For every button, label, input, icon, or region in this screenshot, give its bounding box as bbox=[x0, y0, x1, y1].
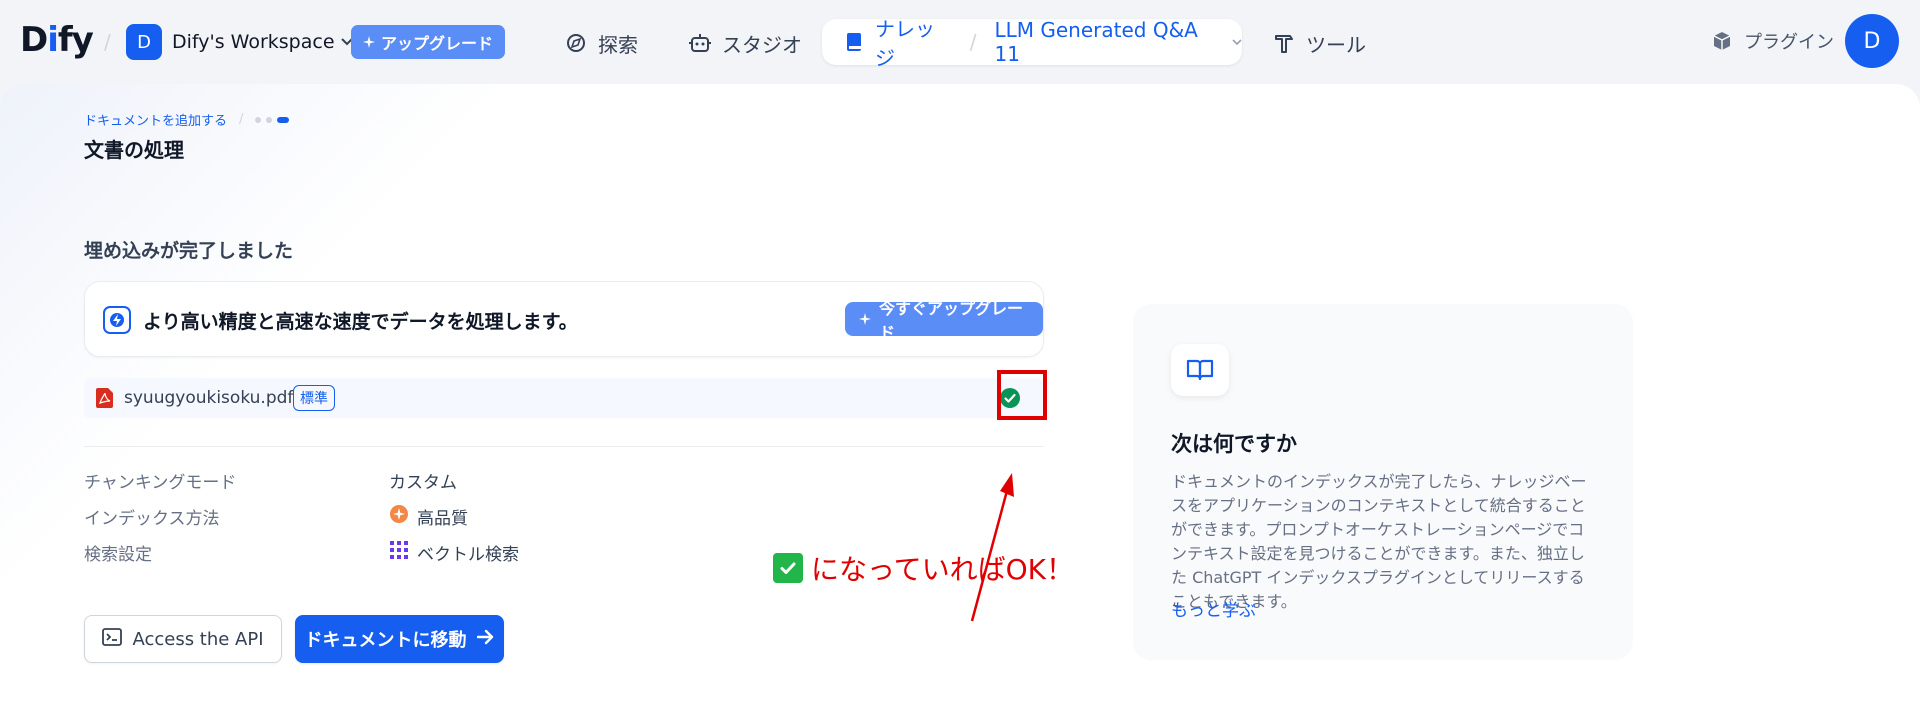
file-row: syuugyoukisoku.pdf 標準 bbox=[84, 378, 1044, 418]
nav-studio[interactable]: スタジオ bbox=[688, 24, 802, 62]
cube-icon bbox=[1710, 29, 1734, 53]
index-method-value: 高品質 bbox=[417, 509, 468, 529]
setting-label-index: インデックス方法 bbox=[84, 509, 220, 529]
robot-icon bbox=[688, 31, 712, 55]
retrieval-setting-value: ベクトル検索 bbox=[417, 545, 519, 565]
go-to-document-label: ドキュメントに移動 bbox=[304, 630, 467, 651]
upgrade-now-button[interactable]: 今すぐアップグレード bbox=[845, 299, 1043, 342]
next-steps-description: ドキュメントのインデックスが完了したら、ナレッジベースをアプリケーションのコンテ… bbox=[1171, 472, 1587, 611]
page-title: 文書の処理 bbox=[84, 138, 184, 162]
annotation-highlight-box bbox=[997, 370, 1047, 420]
learn-more-link[interactable]: もっと学ぶ bbox=[1171, 596, 1256, 621]
nav-explore-label: 探索 bbox=[598, 32, 638, 57]
upgrade-card: より高い精度と高速な速度でデータを処理します。 今すぐアップグレード bbox=[84, 281, 1044, 357]
file-mode-badge: 標準 bbox=[293, 385, 335, 411]
step-indicator bbox=[255, 116, 290, 123]
step-dot bbox=[255, 116, 262, 123]
step-dot-active bbox=[277, 116, 290, 123]
breadcrumb-step-link[interactable]: ドキュメントを追加する bbox=[84, 110, 227, 129]
setting-value-retrieval: ベクトル検索 bbox=[389, 540, 519, 565]
breadcrumb-separator: / bbox=[239, 112, 244, 127]
annotation-text: になっていればOK！ bbox=[811, 553, 1075, 586]
access-api-button[interactable]: Access the API bbox=[84, 615, 282, 663]
main-panel: ドキュメントを追加する / 文書の処理 埋め込みが完了しました より高い精度と高… bbox=[0, 84, 1920, 725]
nav-knowledge-label: ナレッジ bbox=[875, 17, 936, 70]
nav-tools-label: ツール bbox=[1306, 32, 1366, 57]
upgrade-now-label: 今すぐアップグレード bbox=[879, 299, 1024, 342]
logo-letter-d: D bbox=[20, 20, 48, 60]
access-api-label: Access the API bbox=[132, 628, 264, 650]
setting-label-chunking: チャンキングモード bbox=[84, 473, 237, 493]
logo-letter-i: i bbox=[47, 20, 59, 60]
lightning-icon bbox=[103, 306, 131, 334]
pdf-file-icon bbox=[96, 388, 114, 408]
vector-grid-icon bbox=[389, 540, 409, 565]
chevron-down-icon[interactable] bbox=[1232, 35, 1242, 49]
file-name: syuugyoukisoku.pdf bbox=[124, 388, 294, 408]
upgrade-message: より高い精度と高速な速度でデータを処理します。 bbox=[143, 311, 578, 333]
nav-knowledge[interactable]: ナレッジ / LLM Generated Q&A 11 bbox=[822, 17, 1242, 70]
upgrade-button[interactable]: アップグレード bbox=[351, 25, 506, 59]
compass-icon bbox=[564, 31, 588, 55]
embedding-done-title: 埋め込みが完了しました bbox=[84, 240, 294, 262]
next-steps-card: 次は何ですか ドキュメントのインデックスが完了したら、ナレッジベースをアプリケー… bbox=[1133, 304, 1633, 660]
hammer-icon bbox=[1272, 31, 1296, 55]
header-separator: / bbox=[104, 30, 111, 54]
dataset-selector[interactable]: LLM Generated Q&A 11 bbox=[994, 18, 1220, 66]
setting-value-index: 高品質 bbox=[389, 504, 468, 529]
workspace-name: Dify's Workspace bbox=[172, 31, 335, 53]
upgrade-button-label: アップグレード bbox=[381, 34, 494, 53]
open-book-icon bbox=[1171, 344, 1229, 396]
setting-value-chunking: カスタム bbox=[389, 468, 457, 493]
annotation-note: になっていればOK！ bbox=[773, 548, 1074, 588]
high-quality-icon bbox=[389, 504, 409, 529]
sparkle-icon bbox=[859, 310, 871, 329]
book-icon bbox=[842, 30, 865, 54]
workspace-avatar: D bbox=[126, 24, 162, 60]
logo-letters-fy: fy bbox=[57, 20, 94, 60]
breadcrumb: ドキュメントを追加する / bbox=[84, 110, 290, 129]
nav-studio-label: スタジオ bbox=[722, 32, 802, 57]
chunking-mode-value: カスタム bbox=[389, 473, 457, 493]
step-dot bbox=[266, 116, 273, 123]
plugins-label: プラグイン bbox=[1744, 32, 1834, 53]
arrow-right-icon bbox=[476, 629, 495, 650]
nav-explore[interactable]: 探索 bbox=[564, 24, 638, 62]
dify-logo[interactable]: Dify bbox=[20, 20, 94, 60]
workspace-switcher[interactable]: D Dify's Workspace bbox=[126, 24, 353, 60]
sparkle-icon bbox=[363, 33, 375, 52]
checkbox-checked-icon bbox=[773, 553, 803, 583]
section-divider bbox=[84, 446, 1044, 447]
user-avatar[interactable]: D bbox=[1845, 14, 1899, 68]
nav-separator: / bbox=[969, 30, 977, 54]
go-to-document-button[interactable]: ドキュメントに移動 bbox=[295, 615, 504, 663]
setting-label-retrieval: 検索設定 bbox=[84, 545, 152, 565]
next-steps-title: 次は何ですか bbox=[1171, 432, 1297, 456]
plugins-link[interactable]: プラグイン bbox=[1710, 28, 1834, 54]
nav-tools[interactable]: ツール bbox=[1272, 24, 1366, 62]
terminal-icon bbox=[102, 627, 123, 651]
top-header: Dify / D Dify's Workspace アップグレード 探索 スタジ… bbox=[0, 0, 1920, 84]
